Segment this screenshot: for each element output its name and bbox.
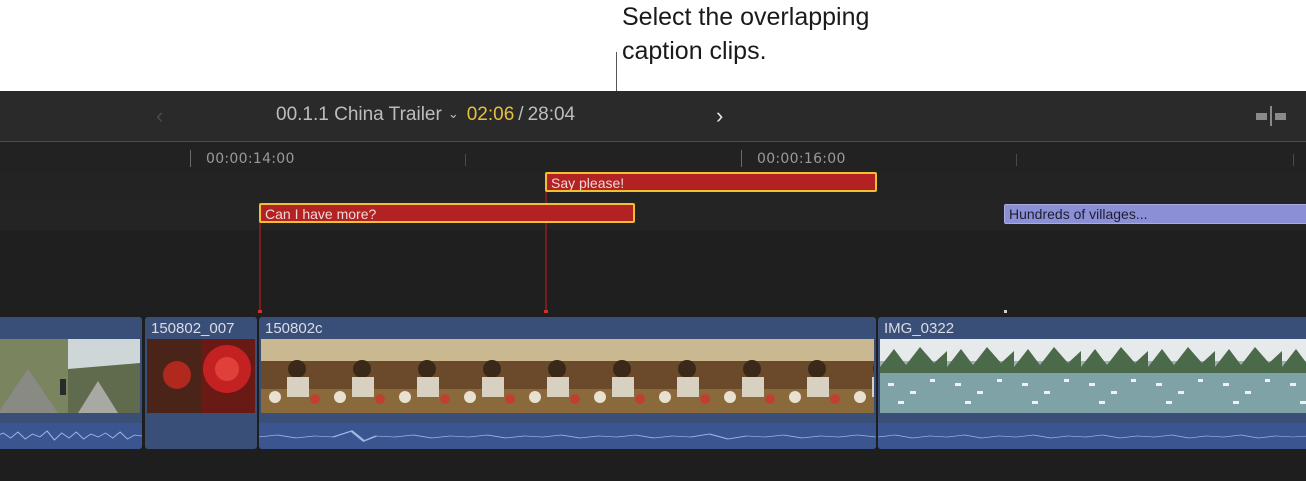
callout-line-1: Select the overlapping [622,3,870,31]
timecode-separator: / [518,104,524,125]
clip-name: IMG_0322 [884,320,955,337]
connection-point [1004,310,1007,313]
chevron-left-icon[interactable]: ‹ [156,103,163,129]
caption-clip-can-i-have-more[interactable]: Can I have more? [259,203,635,223]
ruler-tick [1016,154,1017,166]
clip-thumbnails [261,339,874,413]
video-clip-1[interactable] [0,317,142,449]
current-timecode: 02:06 [466,104,515,125]
project-duration: 28:04 [527,104,576,125]
video-clip-img-0322[interactable]: IMG_0322 [878,317,1306,449]
timeline-toolbar: ‹ 00.1.1 China Trailer ⌄ 02:06/28:04 › [0,91,1306,142]
clip-name: 150802_007 [151,320,235,337]
callout-line-2: caption clips. [622,37,767,65]
connected-clips-area [0,230,1306,317]
audio-waveform [0,423,142,449]
ruler-tick [1293,154,1294,166]
chevron-down-icon[interactable]: ⌄ [448,106,459,122]
connection-line [259,214,261,312]
ruler-tick [741,150,742,167]
audio-waveform [259,423,876,449]
timeline-ruler[interactable]: 00:00:14:00 00:00:16:00 [0,142,1306,172]
ruler-tick [190,150,191,167]
clip-thumbnails [147,339,255,413]
connection-point [544,310,548,313]
callout-annotation: Select the overlapping caption clips. [622,0,982,68]
chevron-right-icon[interactable]: › [716,103,723,129]
caption-clip-hundreds-of-villages[interactable]: Hundreds of villages... [1004,204,1306,224]
video-clip-150802c[interactable]: 150802c [259,317,876,449]
timeline-empty-area[interactable] [0,449,1306,481]
clip-thumbnails [880,339,1306,413]
project-header[interactable]: 00.1.1 China Trailer ⌄ 02:06/28:04 [276,104,575,126]
connection-point [258,310,262,313]
timeline-window: ‹ 00.1.1 China Trailer ⌄ 02:06/28:04 › 00:… [0,91,1306,481]
ruler-label-14s: 00:00:14:00 [206,151,295,167]
ruler-tick [465,154,466,166]
project-name[interactable]: 00.1.1 China Trailer [276,104,442,125]
ruler-label-16s: 00:00:16:00 [757,151,846,167]
skimming-toggle-icon[interactable] [1256,105,1286,127]
connection-line [545,182,547,312]
audio-waveform [878,423,1306,449]
clip-name: 150802c [265,320,323,337]
video-clip-150802-007[interactable]: 150802_007 [145,317,257,449]
clip-thumbnails [0,339,140,413]
caption-clip-say-please[interactable]: Say please! [545,172,877,192]
